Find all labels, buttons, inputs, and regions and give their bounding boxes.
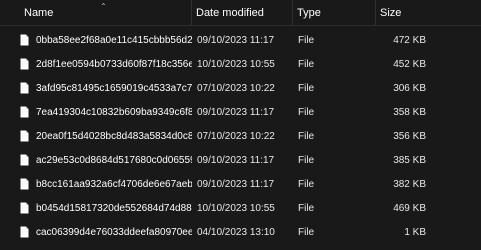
file-type: File xyxy=(298,178,315,190)
file-date: 09/10/2023 11:17 xyxy=(197,106,275,118)
file-date: 09/10/2023 11:17 xyxy=(197,34,275,46)
file-row[interactable]: 20ea0f15d4028bc8d483a5834d0c8c 07/10/202… xyxy=(0,124,481,148)
column-header-name-label: Name xyxy=(24,6,54,19)
file-size-cell: 382 KB xyxy=(376,179,476,190)
file-name: ac29e53c0d8684d517680c0d065598 xyxy=(36,154,192,166)
file-type: File xyxy=(298,58,315,70)
file-date: 07/10/2023 10:22 xyxy=(197,130,275,142)
file-icon xyxy=(20,226,29,238)
file-name: 3afd95c81495c1659019c4533a7c71 xyxy=(36,82,192,94)
file-size: 385 KB xyxy=(393,154,426,166)
file-date: 09/10/2023 11:17 xyxy=(197,154,275,166)
file-icon xyxy=(20,34,29,46)
file-date: 04/10/2023 13:10 xyxy=(197,226,275,238)
file-row[interactable]: b0454d15817320de552684d74d882 10/10/2023… xyxy=(0,196,481,220)
file-name-cell: ac29e53c0d8684d517680c0d065598 xyxy=(0,154,192,166)
file-size: 452 KB xyxy=(393,58,426,70)
file-rows: 0bba58ee2f68a0e11c415cbbb56d2 09/10/2023… xyxy=(0,26,481,244)
column-header-size[interactable]: Size xyxy=(376,0,481,25)
file-size-cell: 469 KB xyxy=(376,203,476,214)
file-name-cell: b8cc161aa932a6cf4706de6e67aebb xyxy=(0,178,192,190)
file-type: File xyxy=(298,82,315,94)
file-date: 10/10/2023 10:55 xyxy=(197,58,275,70)
file-date: 09/10/2023 11:17 xyxy=(197,178,275,190)
column-header-date-modified[interactable]: Date modified xyxy=(192,0,293,25)
file-type: File xyxy=(298,130,315,142)
file-icon xyxy=(20,82,29,94)
file-row[interactable]: 2d8f1ee0594b0733d60f87f18c356e 10/10/202… xyxy=(0,52,481,76)
file-date: 10/10/2023 10:55 xyxy=(197,202,275,214)
file-row[interactable]: 7ea419304c10832b609ba9349c6f8b 09/10/202… xyxy=(0,100,481,124)
file-name-cell: 0bba58ee2f68a0e11c415cbbb56d2 xyxy=(0,34,192,46)
file-type: File xyxy=(298,154,315,166)
file-size-cell: 306 KB xyxy=(376,83,476,94)
file-size: 382 KB xyxy=(393,178,426,190)
file-size-cell: 472 KB xyxy=(376,35,476,46)
file-size-cell: 1 KB xyxy=(376,227,476,238)
column-header-row: ⌃ Name Date modified Type Size xyxy=(0,0,481,26)
column-header-name[interactable]: ⌃ Name xyxy=(0,0,192,25)
file-size-cell: 452 KB xyxy=(376,59,476,70)
file-size: 356 KB xyxy=(393,130,426,142)
file-name: 20ea0f15d4028bc8d483a5834d0c8c xyxy=(36,130,192,142)
column-header-date-label: Date modified xyxy=(196,6,264,19)
file-name-cell: 20ea0f15d4028bc8d483a5834d0c8c xyxy=(0,130,192,142)
chevron-up-icon: ⌃ xyxy=(100,2,107,11)
file-size-cell: 385 KB xyxy=(376,155,476,166)
file-icon xyxy=(20,106,29,118)
file-icon xyxy=(20,178,29,190)
file-name: 7ea419304c10832b609ba9349c6f8b xyxy=(36,106,192,118)
file-name-cell: 2d8f1ee0594b0733d60f87f18c356e xyxy=(0,58,192,70)
file-size-cell: 358 KB xyxy=(376,107,476,118)
file-name-cell: cac06399d4e76033ddeefa80970eeb xyxy=(0,226,192,238)
file-name: b8cc161aa932a6cf4706de6e67aebb xyxy=(36,178,192,190)
file-name-cell: 3afd95c81495c1659019c4533a7c71 xyxy=(0,82,192,94)
file-name: cac06399d4e76033ddeefa80970eeb xyxy=(36,226,192,238)
file-type: File xyxy=(298,202,315,214)
file-name-cell: b0454d15817320de552684d74d882 xyxy=(0,202,192,214)
file-icon xyxy=(20,154,29,166)
file-row[interactable]: 3afd95c81495c1659019c4533a7c71 07/10/202… xyxy=(0,76,481,100)
file-size: 358 KB xyxy=(393,106,426,118)
file-type: File xyxy=(298,106,315,118)
file-row[interactable]: b8cc161aa932a6cf4706de6e67aebb 09/10/202… xyxy=(0,172,481,196)
file-type: File xyxy=(298,226,315,238)
file-type: File xyxy=(298,34,315,46)
file-name: 0bba58ee2f68a0e11c415cbbb56d2 xyxy=(36,34,192,46)
file-icon xyxy=(20,58,29,70)
file-size: 1 KB xyxy=(404,226,426,238)
file-row[interactable]: 0bba58ee2f68a0e11c415cbbb56d2 09/10/2023… xyxy=(0,28,481,52)
file-row[interactable]: cac06399d4e76033ddeefa80970eeb 04/10/202… xyxy=(0,220,481,244)
column-header-type[interactable]: Type xyxy=(293,0,376,25)
file-size: 472 KB xyxy=(393,34,426,46)
file-icon xyxy=(20,202,29,214)
file-row[interactable]: ac29e53c0d8684d517680c0d065598 09/10/202… xyxy=(0,148,481,172)
column-header-size-label: Size xyxy=(380,6,402,19)
file-name: 2d8f1ee0594b0733d60f87f18c356e xyxy=(36,58,192,70)
file-list: ⌃ Name Date modified Type Size 0bba58ee2… xyxy=(0,0,481,250)
file-name-cell: 7ea419304c10832b609ba9349c6f8b xyxy=(0,106,192,118)
file-size-cell: 356 KB xyxy=(376,131,476,142)
file-name: b0454d15817320de552684d74d882 xyxy=(36,202,192,214)
file-date: 07/10/2023 10:22 xyxy=(197,82,275,94)
file-size: 306 KB xyxy=(393,82,426,94)
column-header-type-label: Type xyxy=(297,6,321,19)
file-icon xyxy=(20,130,29,142)
file-size: 469 KB xyxy=(393,202,426,214)
